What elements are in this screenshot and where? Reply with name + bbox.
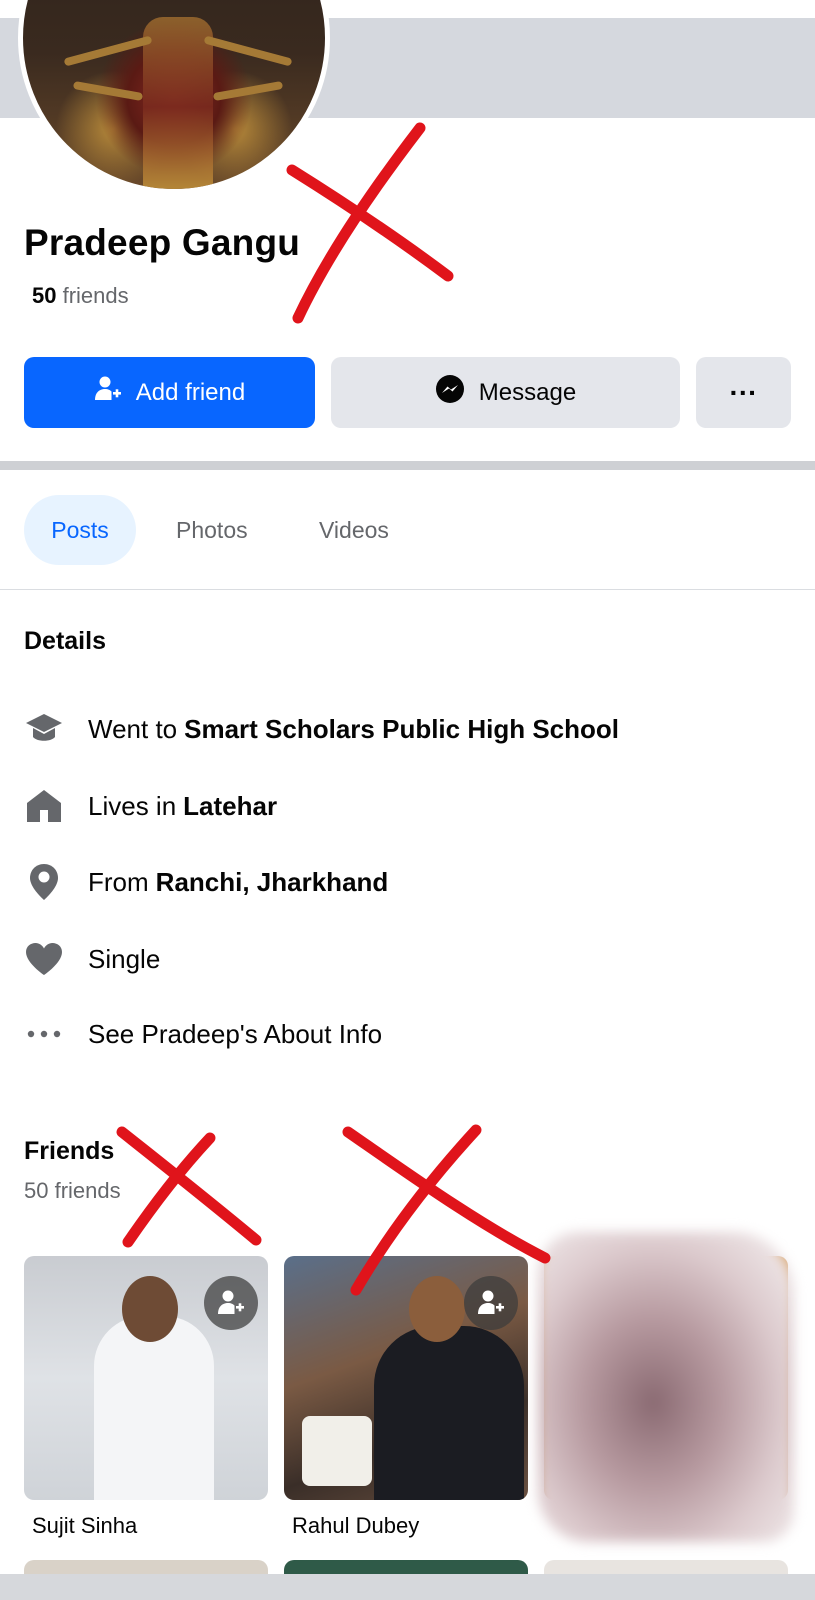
see-about-info-label: See Pradeep's About Info [88,1018,383,1049]
tab-videos[interactable]: Videos [319,495,389,565]
add-person-icon [478,1290,504,1314]
detail-lives-in-prefix: Lives in [88,790,177,821]
detail-education: Went to Smart Scholars Public High Schoo… [24,709,619,749]
avatar-detail [72,80,144,102]
friend-card-photo[interactable] [284,1256,528,1500]
message-label: Message [478,378,577,406]
friend-name[interactable]: Sujit Sinha [32,1513,137,1539]
friend-photo-figure [374,1326,524,1500]
friend-photo-head [122,1276,178,1342]
education-icon [24,709,64,749]
profile-friends-count[interactable]: 50 friends [32,283,129,309]
detail-from-value[interactable]: Ranchi, Jharkhand [156,867,389,898]
tab-photos[interactable]: Photos [176,495,248,565]
profile-name: Pradeep Gangu [24,222,301,263]
more-dots-icon [24,1014,64,1054]
friend-card-photo[interactable] [24,1256,268,1500]
red-x-stroke [122,1132,216,1248]
see-about-info-link[interactable]: See Pradeep's About Info [24,1014,382,1054]
friend-photo-figure [94,1316,214,1500]
heart-icon [24,939,64,979]
friends-subtitle: 50 friends [24,1178,121,1203]
avatar-figure [143,17,213,189]
friends-number: 50 [32,283,57,308]
red-x-stroke [286,164,454,282]
section-divider [0,461,815,470]
detail-education-prefix: Went to [88,713,178,744]
friend-name[interactable]: Rahul Dubey [292,1513,419,1539]
red-x-stroke [116,1126,262,1246]
redaction-blur [538,1232,794,1542]
red-x-stroke [292,122,426,324]
detail-relationship-text: Single [88,943,161,974]
detail-lives-in: Lives in Latehar [24,786,277,826]
tab-photos-label: Photos [176,516,248,543]
friend-photo-mug [302,1416,372,1486]
tabs-divider [0,589,815,590]
red-x-stroke [342,1126,551,1264]
home-icon [24,786,64,826]
friends-word: friends [62,283,129,308]
more-options-button[interactable]: ··· [696,357,791,428]
detail-from-prefix: From [88,866,149,897]
bottom-bar [0,1574,815,1600]
detail-lives-in-value[interactable]: Latehar [183,791,277,822]
avatar-detail [212,80,284,102]
friend-photo-head [409,1276,465,1342]
tab-posts[interactable]: Posts [24,495,136,565]
message-button[interactable]: Message [331,357,680,428]
avatar-detail [63,35,153,67]
location-pin-icon [24,862,64,902]
add-friend-label: Add friend [135,378,246,406]
profile-avatar[interactable] [18,0,330,194]
detail-from: From Ranchi, Jharkhand [24,862,388,902]
add-friend-button[interactable]: Add friend [24,357,315,428]
add-friend-chip[interactable] [464,1276,518,1330]
messenger-icon [435,374,465,411]
add-person-icon [218,1290,244,1314]
details-title: Details [24,627,106,655]
tab-posts-label: Posts [51,516,109,543]
avatar-detail [203,35,293,67]
tab-videos-label: Videos [319,516,389,543]
friends-title[interactable]: Friends [24,1137,114,1166]
add-friend-chip[interactable] [204,1276,258,1330]
add-person-icon [94,375,122,410]
detail-education-value[interactable]: Smart Scholars Public High School [184,714,619,745]
more-dots-icon: ··· [729,376,758,408]
detail-relationship: Single [24,939,160,979]
